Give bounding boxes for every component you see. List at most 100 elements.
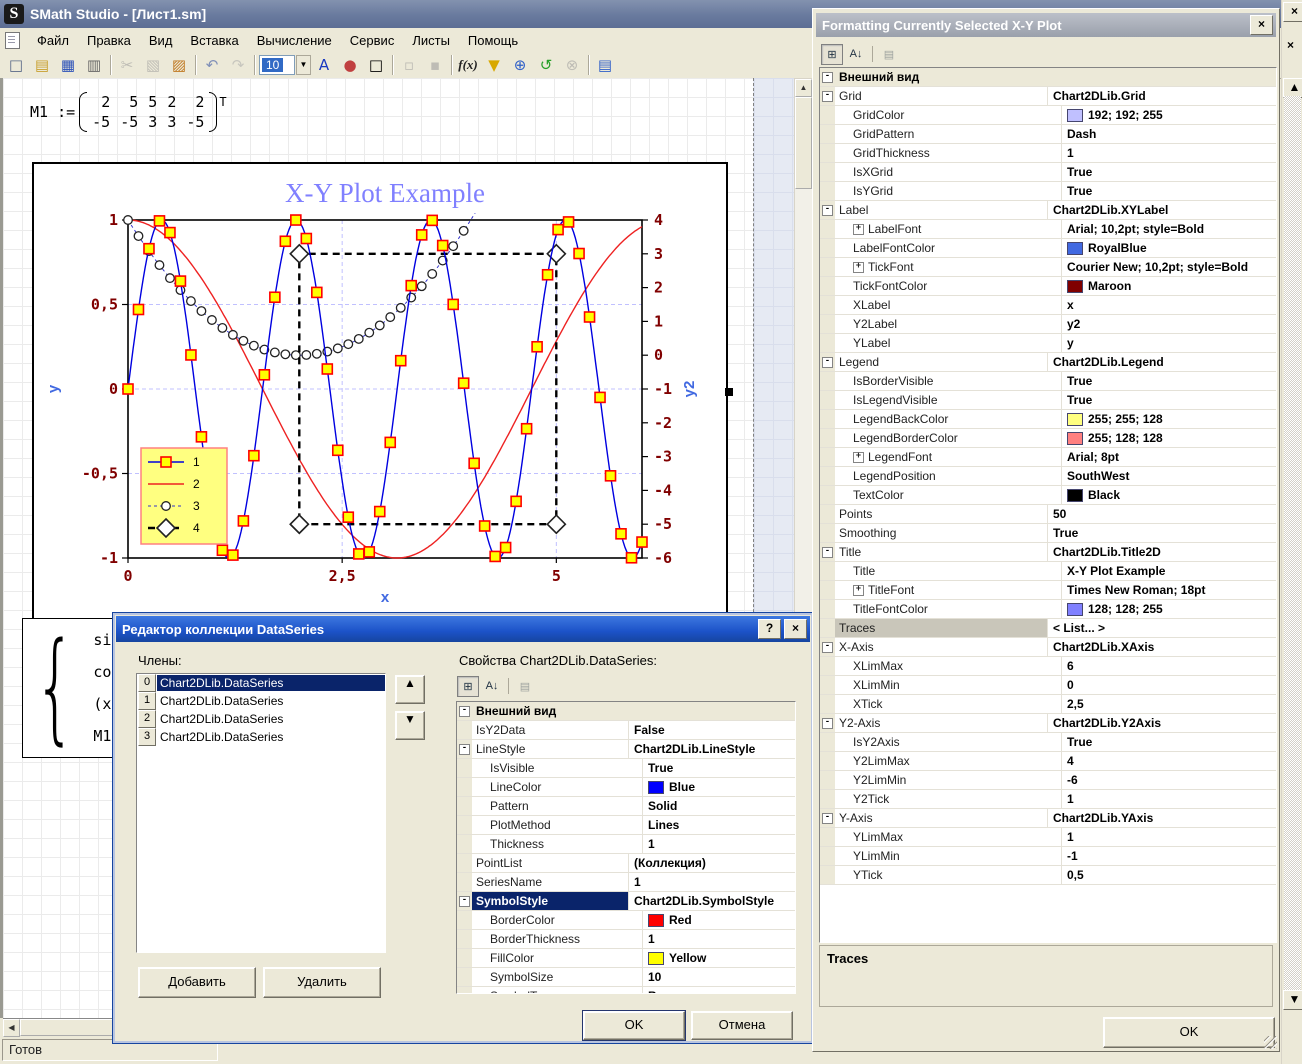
function-button[interactable]: f(x) — [455, 53, 481, 77]
property-value[interactable]: 1 — [643, 835, 795, 853]
property-row-xlabel[interactable]: XLabelx — [820, 296, 1276, 315]
menu-item-[interactable]: Файл — [28, 30, 78, 51]
property-row-legend[interactable]: -LegendChart2DLib.Legend — [820, 353, 1276, 372]
matrix-cell[interactable]: 2 — [181, 92, 209, 112]
property-value[interactable]: Yellow — [643, 949, 795, 967]
matrix-cell[interactable]: 5 — [143, 92, 162, 112]
expand-icon[interactable]: + — [853, 452, 864, 463]
property-row-symboltype[interactable]: SymbolTypeBox — [457, 987, 795, 994]
property-row-gridthickness[interactable]: GridThickness1 — [820, 144, 1276, 163]
property-value[interactable]: Box — [643, 987, 795, 994]
property-value[interactable]: Courier New; 10,2pt; style=Bold — [1062, 258, 1276, 276]
collapse-icon[interactable]: - — [459, 896, 470, 907]
property-row-x-axis[interactable]: -X-AxisChart2DLib.XAxis — [820, 638, 1276, 657]
vertical-scroll-thumb[interactable] — [795, 97, 812, 189]
scroll-up-icon[interactable]: ▲ — [1283, 78, 1302, 98]
property-row-ylabel[interactable]: YLabely — [820, 334, 1276, 353]
property-value[interactable]: True — [1062, 733, 1276, 751]
property-value[interactable]: Chart2DLib.SymbolStyle — [629, 892, 795, 910]
property-row-y2limmax[interactable]: Y2LimMax4 — [820, 752, 1276, 771]
property-value[interactable]: Chart2DLib.Y2Axis — [1048, 714, 1276, 732]
property-row-seriesname[interactable]: SeriesName1 — [457, 873, 795, 892]
close-button[interactable]: × — [1283, 2, 1302, 22]
collapse-icon[interactable]: - — [822, 205, 833, 216]
member-index[interactable]: 0 — [138, 674, 156, 692]
collapse-icon[interactable]: - — [459, 744, 470, 755]
add-button[interactable]: Добавить — [138, 967, 256, 998]
expand-icon[interactable]: + — [853, 585, 864, 596]
property-value[interactable]: 1 — [1062, 828, 1276, 846]
property-value[interactable]: True — [1062, 372, 1276, 390]
property-row-isvisible[interactable]: IsVisibleTrue — [457, 759, 795, 778]
resize-grip[interactable] — [1264, 1036, 1277, 1049]
panel-scrollbar-track[interactable] — [1284, 96, 1301, 990]
collapse-icon[interactable]: - — [822, 642, 833, 653]
property-row-linecolor[interactable]: LineColorBlue — [457, 778, 795, 797]
collapse-icon[interactable]: - — [822, 72, 833, 83]
property-row-symbolstyle[interactable]: -SymbolStyleChart2DLib.SymbolStyle — [457, 892, 795, 911]
property-row-ylimmin[interactable]: YLimMin-1 — [820, 847, 1276, 866]
scroll-down-icon[interactable]: ▼ — [1283, 990, 1302, 1010]
list-item[interactable]: 1Chart2DLib.DataSeries — [137, 692, 385, 710]
font-size-dropdown-icon[interactable]: ▼ — [296, 55, 311, 75]
category-row-[interactable]: -Внешний вид — [820, 68, 1276, 87]
property-row-tickfontcolor[interactable]: TickFontColorMaroon — [820, 277, 1276, 296]
property-value[interactable]: y2 — [1062, 315, 1276, 333]
property-value[interactable]: True — [643, 759, 795, 777]
expand-icon[interactable]: + — [853, 224, 864, 235]
property-row-titlefont[interactable]: +TitleFontTimes New Roman; 18pt — [820, 581, 1276, 600]
property-value[interactable]: 0 — [1062, 676, 1276, 694]
property-row-title[interactable]: -TitleChart2DLib.Title2D — [820, 543, 1276, 562]
property-row-xlimmax[interactable]: XLimMax6 — [820, 657, 1276, 676]
matrix-definition[interactable]: M1 := 25522-5-533-5 T — [30, 92, 227, 132]
property-value[interactable]: 2,5 — [1062, 695, 1276, 713]
property-value[interactable]: Lines — [643, 816, 795, 834]
property-row-tickfont[interactable]: +TickFontCourier New; 10,2pt; style=Bold — [820, 258, 1276, 277]
property-row-isy2data[interactable]: IsY2DataFalse — [457, 721, 795, 740]
property-value[interactable]: y — [1062, 334, 1276, 352]
alphabetical-button[interactable]: A↓ — [845, 44, 867, 65]
paste-button[interactable]: ▨ — [166, 53, 192, 77]
alphabetical-button[interactable]: A↓ — [481, 676, 503, 697]
property-value[interactable]: Chart2DLib.Grid — [1048, 87, 1276, 105]
selection-handle[interactable] — [725, 388, 733, 396]
matrix-cell[interactable]: 3 — [162, 112, 181, 132]
property-value[interactable]: (Коллекция) — [629, 854, 795, 872]
property-value[interactable]: Solid — [643, 797, 795, 815]
property-value[interactable]: Black — [1062, 486, 1276, 504]
property-value[interactable]: Chart2DLib.Legend — [1048, 353, 1276, 371]
property-row-isbordervisible[interactable]: IsBorderVisibleTrue — [820, 372, 1276, 391]
move-up-button[interactable]: ▲ — [395, 675, 425, 704]
property-value[interactable]: 10 — [643, 968, 795, 986]
collapse-icon[interactable]: - — [822, 357, 833, 368]
property-row-labelfont[interactable]: +LabelFontArial; 10,2pt; style=Bold — [820, 220, 1276, 239]
property-row-y2label[interactable]: Y2Labely2 — [820, 315, 1276, 334]
matrix-cell[interactable]: 5 — [115, 92, 143, 112]
property-row-isygrid[interactable]: IsYGridTrue — [820, 182, 1276, 201]
matrix-cell[interactable]: -5 — [115, 112, 143, 132]
plot-property-grid[interactable]: -Внешний вид-GridChart2DLib.GridGridColo… — [819, 67, 1277, 943]
property-value[interactable]: -1 — [1062, 847, 1276, 865]
panel-ok-button[interactable]: OK — [1103, 1017, 1275, 1048]
property-row-title[interactable]: TitleX-Y Plot Example — [820, 562, 1276, 581]
panel-titlebar[interactable]: Formatting Currently Selected X-Y Plot × — [816, 13, 1276, 37]
recalculate-button[interactable]: ↺ — [533, 53, 559, 77]
dialog-close-button[interactable]: × — [784, 619, 807, 639]
property-value[interactable]: 255; 128; 128 — [1062, 429, 1276, 447]
list-item[interactable]: 3Chart2DLib.DataSeries — [137, 728, 385, 746]
help-button[interactable]: ? — [758, 619, 781, 639]
expand-icon[interactable]: + — [853, 262, 864, 273]
property-value[interactable]: True — [1062, 391, 1276, 409]
collapse-icon[interactable]: - — [459, 706, 470, 717]
dialog-titlebar[interactable]: Редактор коллекции DataSeries ? × — [116, 616, 810, 642]
property-row-fillcolor[interactable]: FillColorYellow — [457, 949, 795, 968]
property-row-titlefontcolor[interactable]: TitleFontColor128; 128; 255 — [820, 600, 1276, 619]
property-value[interactable]: True — [1062, 182, 1276, 200]
property-value[interactable]: True — [1048, 524, 1276, 542]
matrix-cell[interactable]: 2 — [87, 92, 115, 112]
show-panel-button[interactable]: ▤ — [592, 53, 618, 77]
collapse-icon[interactable]: - — [822, 547, 833, 558]
open-button[interactable]: ▤ — [29, 53, 55, 77]
property-value[interactable]: x — [1062, 296, 1276, 314]
property-row-textcolor[interactable]: TextColorBlack — [820, 486, 1276, 505]
